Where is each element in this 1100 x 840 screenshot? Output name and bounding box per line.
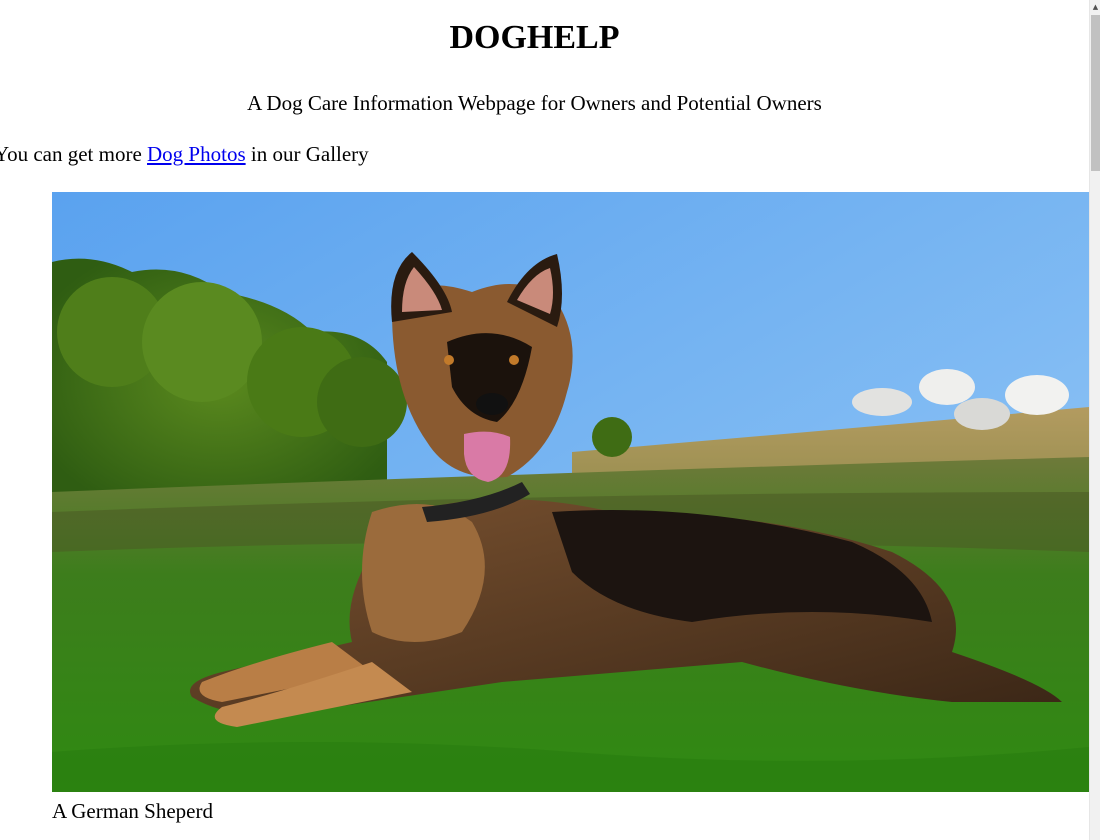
vertical-scrollbar[interactable]: ▲ (1089, 0, 1100, 840)
page-content: DOGHELP A Dog Care Information Webpage f… (0, 0, 1089, 840)
photo-caption: A German Sheperd (52, 799, 213, 823)
intro-suffix: in our Gallery (245, 142, 369, 166)
german-shepherd-photo (52, 192, 1089, 792)
scrollbar-thumb[interactable] (1091, 15, 1100, 171)
page-subtitle: A Dog Care Information Webpage for Owner… (247, 91, 822, 115)
dog-photos-link[interactable]: Dog Photos (147, 142, 246, 166)
page-title: DOGHELP (449, 19, 620, 56)
intro-prefix: You can get more (0, 142, 148, 166)
scroll-up-arrow-icon[interactable]: ▲ (1090, 0, 1100, 14)
intro-text: You can get more Dog Photos in our Galle… (0, 140, 369, 168)
